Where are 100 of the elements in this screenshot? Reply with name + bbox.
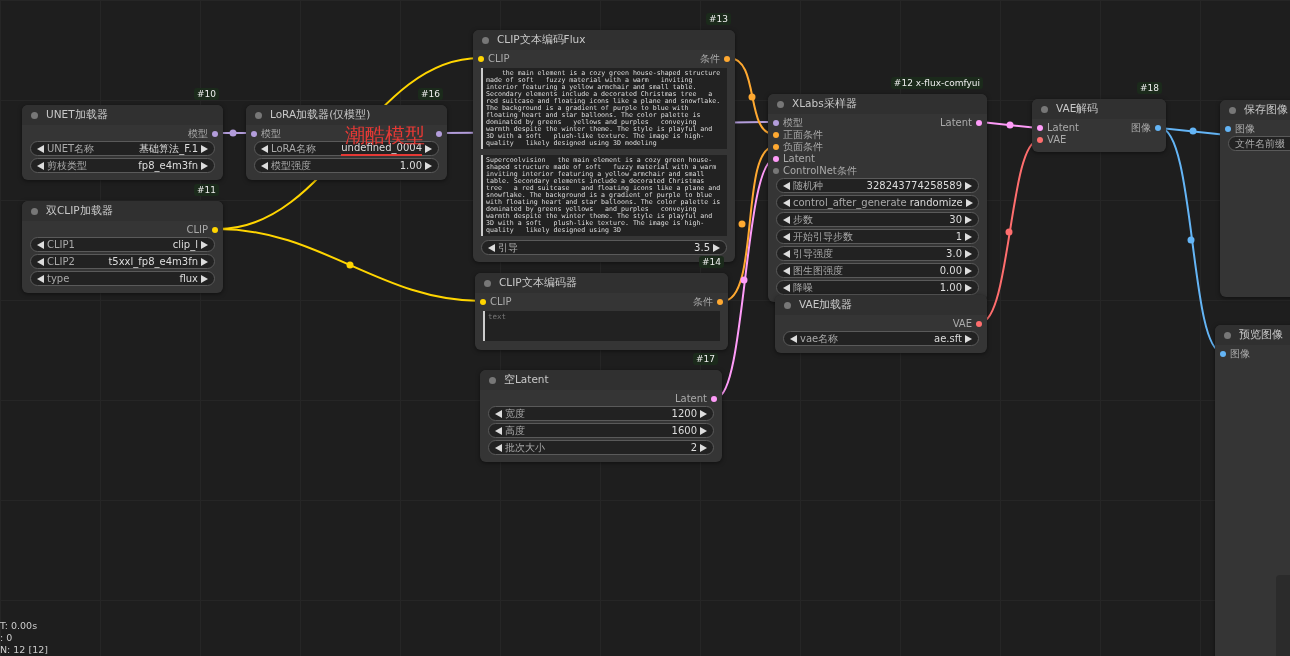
number-widget[interactable]: 图生图强度 0.00 [776,263,979,278]
number-widget[interactable]: 步数 30 [776,212,979,227]
status-dot-icon [31,111,38,119]
combo-widget[interactable]: UNET名称 基础算法_F.1 [30,141,215,156]
output-port[interactable] [976,321,982,327]
port-label: CLIP [488,53,510,65]
input-port[interactable] [773,120,779,126]
node-id-badge: #12 x-flux-comfyui [890,77,983,89]
input-port[interactable] [773,132,779,138]
stats-text: T: 0.00s [0,620,39,632]
node-title: 预览图像 [1239,328,1283,342]
increment-arrow-icon[interactable] [965,334,972,343]
combo-widget[interactable]: type flux [30,271,215,286]
output-port[interactable] [711,396,717,402]
input-port[interactable] [1037,137,1043,143]
port-label: Latent [939,117,972,129]
number-widget[interactable]: 批次大小 2 [488,440,714,455]
combo-widget[interactable]: 剪枝类型 fp8_e4m3fn [30,158,215,173]
status-dot-icon [777,100,784,108]
node-id-badge: #16 [418,88,443,100]
input-port[interactable] [773,144,779,150]
port-label: CLIP [186,224,208,236]
input-port[interactable] [773,156,779,162]
combo-widget[interactable]: CLIP2 t5xxl_fp8_e4m3fn [30,254,215,269]
combo-widget[interactable]: control_after_generate randomize [776,195,979,210]
output-port[interactable] [212,131,218,137]
number-widget[interactable]: 高度 1600 [488,423,714,438]
node-title: CLIP文本编码器 [499,276,577,290]
node-title: 双CLIP加载器 [46,204,113,218]
port-label: VAE [952,318,972,330]
stats-text: : 0 [0,632,14,644]
node-id-badge: #14 [699,256,724,268]
increment-arrow-icon[interactable] [713,243,720,252]
decrement-arrow-icon[interactable] [790,334,797,343]
status-dot-icon [255,111,262,119]
number-widget[interactable]: 引导强度 3.0 [776,246,979,261]
input-port[interactable] [478,56,484,62]
node-card[interactable]: 预览图像 图像 [1215,325,1290,656]
status-dot-icon [1041,105,1048,113]
status-dot-icon [482,36,489,44]
node-title: LoRA加载器(仅模型) [270,108,371,122]
port-label: 图像 [1230,348,1250,360]
graph-canvas[interactable] [0,0,1290,656]
port-label: Latent [783,153,816,165]
node-title: CLIP文本编码Flux [497,33,586,47]
output-port[interactable] [976,120,982,126]
node-id-badge: #13 [706,13,731,25]
status-dot-icon [484,279,491,287]
input-port[interactable] [1037,125,1043,131]
port-label: 负面条件 [783,141,823,153]
port-label: 模型 [188,128,208,140]
port-label: Latent [674,393,707,405]
node-id-badge: #10 [194,88,219,100]
number-widget[interactable]: 模型强度 1.00 [254,158,439,173]
port-label: CLIP [490,296,512,308]
input-port[interactable] [251,131,257,137]
node-title: XLabs采样器 [792,97,857,111]
output-port[interactable] [1155,125,1161,131]
port-label: Latent [1047,122,1080,134]
port-label: 模型 [261,128,281,140]
number-widget[interactable]: 开始引导步数 1 [776,229,979,244]
status-dot-icon [489,376,496,384]
input-port[interactable] [1220,351,1226,357]
status-dot-icon [31,207,38,215]
input-port[interactable] [773,168,779,174]
node-title: VAE解码 [1056,102,1099,116]
port-label: ControlNet条件 [783,165,857,177]
node-title: 保存图像 [1244,103,1288,117]
number-widget[interactable]: 引导 3.5 [481,240,727,255]
node-card[interactable]: 保存图像 图像 文件名前缀 [1220,100,1290,297]
decrement-arrow-icon[interactable] [488,243,495,252]
status-dot-icon [1229,106,1236,114]
output-port[interactable] [717,299,723,305]
text-widget[interactable]: 文件名前缀 [1228,136,1290,151]
number-widget[interactable]: 宽度 1200 [488,406,714,421]
status-dot-icon [784,301,791,309]
output-port[interactable] [724,56,730,62]
input-port[interactable] [480,299,486,305]
port-label: 模型 [783,117,803,129]
node-id-badge: #17 [693,353,718,365]
port-label: 图像 [1131,122,1151,134]
node-card[interactable]: VAE加载器 VAE vae名称 ae.sft [775,295,987,353]
port-label: 条件 [693,296,713,308]
stats-text: N: 12 [12] [0,644,48,656]
node-title: 空Latent [504,373,549,387]
port-label: 条件 [700,53,720,65]
output-port[interactable] [436,131,442,137]
combo-widget[interactable]: vae名称 ae.sft [783,331,979,346]
output-port[interactable] [212,227,218,233]
port-label: VAE [1047,134,1067,146]
port-label: 图像 [1235,123,1255,135]
node-id-badge: #18 [1137,82,1162,94]
combo-widget[interactable]: CLIP1 clip_l [30,237,215,252]
port-label: 正面条件 [783,129,823,141]
node-title: UNET加载器 [46,108,108,122]
number-widget[interactable]: 随机种 328243774258589 [776,178,979,193]
node-id-badge: #11 [194,184,219,196]
status-dot-icon [1224,331,1231,339]
number-widget[interactable]: 降噪 1.00 [776,280,979,295]
input-port[interactable] [1225,126,1231,132]
